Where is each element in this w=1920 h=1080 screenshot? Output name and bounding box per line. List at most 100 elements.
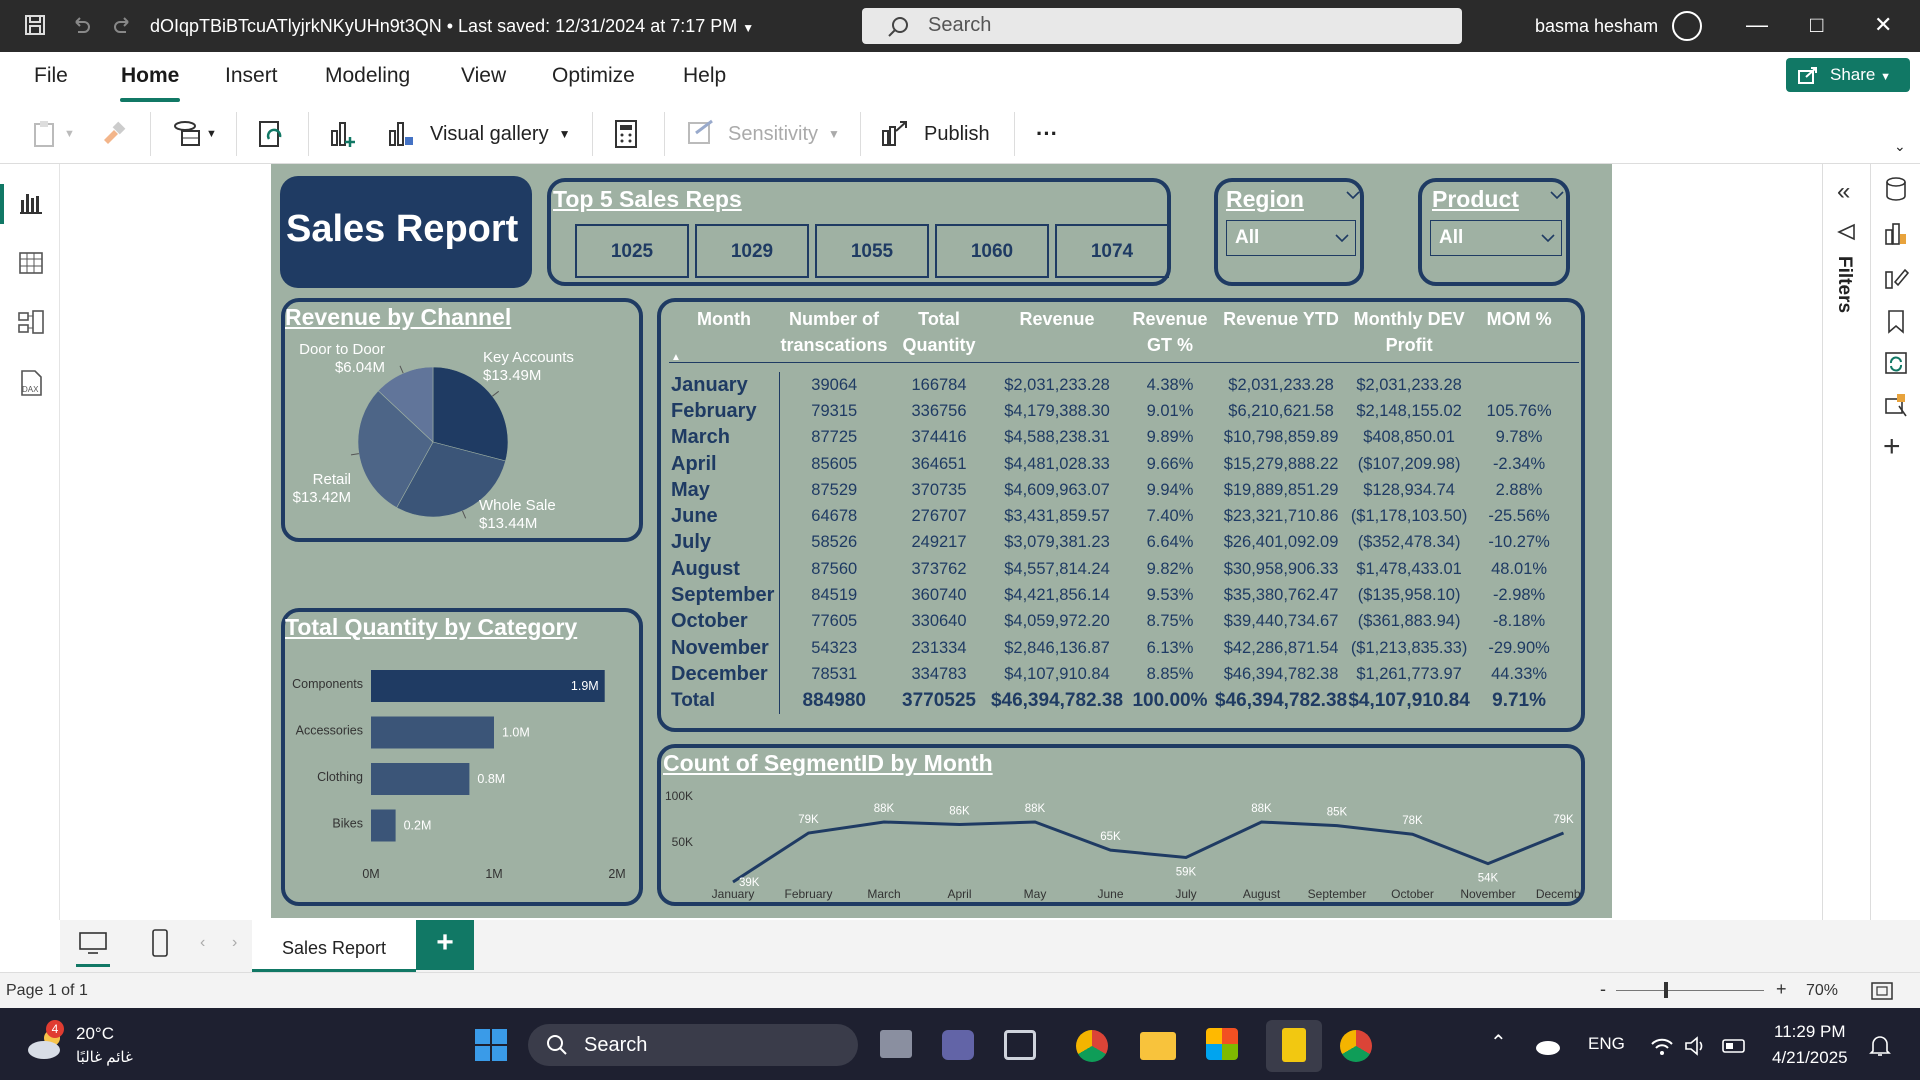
file-explorer-icon[interactable] <box>1140 1032 1176 1060</box>
region-dropdown[interactable]: All <box>1226 220 1356 256</box>
mail-app-icon[interactable] <box>880 1030 912 1058</box>
minimize-icon[interactable]: — <box>1746 12 1768 38</box>
battery-icon[interactable] <box>1722 1038 1748 1054</box>
matrix-column-header[interactable]: Number of transcations <box>779 306 889 366</box>
zoom-slider[interactable] <box>1616 990 1764 991</box>
wifi-icon[interactable] <box>1650 1036 1674 1056</box>
rep-button[interactable]: 1055 <box>815 224 929 278</box>
publish-button[interactable]: Publish <box>880 116 990 152</box>
next-page-icon[interactable]: › <box>232 934 237 952</box>
product-dropdown[interactable]: All <box>1430 220 1562 256</box>
page-tab-sales-report[interactable]: Sales Report <box>252 920 416 972</box>
refresh-button[interactable] <box>256 116 286 152</box>
zoom-out-button[interactable]: - <box>1600 979 1606 1000</box>
add-pane-icon[interactable]: + <box>1883 430 1901 464</box>
redo-icon[interactable] <box>112 14 134 36</box>
desktop-layout-icon[interactable] <box>78 930 108 956</box>
sensitivity-button[interactable]: Sensitivity ▼ <box>686 116 840 152</box>
collapse-ribbon-icon[interactable]: ⌄ <box>1894 128 1906 164</box>
matrix-cell: 8.85% <box>1146 664 1194 683</box>
rep-button[interactable]: 1029 <box>695 224 809 278</box>
zoom-in-button[interactable]: + <box>1776 979 1787 1000</box>
menu-insert[interactable]: Insert <box>225 64 278 88</box>
bar-value-label: 0.2M <box>404 819 432 833</box>
matrix-column-header[interactable]: MOM % <box>1471 306 1567 366</box>
mobile-layout-icon[interactable] <box>150 928 170 958</box>
menu-home[interactable]: Home <box>121 64 179 88</box>
matrix-column-header[interactable]: Month <box>669 306 779 366</box>
chrome-icon[interactable] <box>1076 1030 1108 1062</box>
model-view-icon[interactable] <box>16 308 46 338</box>
zoom-slider-thumb[interactable] <box>1664 982 1668 998</box>
report-view-icon[interactable] <box>16 188 46 218</box>
notifications-icon[interactable] <box>1868 1034 1892 1058</box>
bar-value-label: 1.0M <box>502 726 530 740</box>
matrix-cell: $46,394,782.38 <box>990 689 1124 711</box>
show-hidden-icons[interactable]: ⌃ <box>1490 1030 1507 1055</box>
clock-time[interactable]: 11:29 PM <box>1774 1022 1846 1042</box>
bar-category-label: Bikes <box>332 817 363 831</box>
paste-button[interactable]: ▼ <box>30 116 75 152</box>
sync-slicers-icon[interactable] <box>1883 350 1909 376</box>
menu-help[interactable]: Help <box>683 64 726 88</box>
zoom-level[interactable]: 70% <box>1806 982 1838 1000</box>
rep-button[interactable]: 1074 <box>1055 224 1169 278</box>
menu-modeling[interactable]: Modeling <box>325 64 410 88</box>
fit-to-page-icon[interactable] <box>1870 981 1894 1001</box>
document-title[interactable]: dOIqpTBiBTcuATlyjrkNKyUHn9t3QN • Last sa… <box>150 16 754 37</box>
maximize-icon[interactable]: □ <box>1810 12 1823 38</box>
rep-button[interactable]: 1025 <box>575 224 689 278</box>
menu-optimize[interactable]: Optimize <box>552 64 635 88</box>
chevron-down-icon[interactable] <box>1346 188 1360 202</box>
matrix-column-header[interactable]: Revenue <box>989 306 1125 366</box>
weather-temp[interactable]: 20°C <box>76 1024 114 1044</box>
snipping-tool-icon[interactable] <box>1004 1030 1036 1060</box>
volume-icon[interactable] <box>1684 1036 1708 1056</box>
dax-query-view-icon[interactable]: DAX <box>16 368 46 398</box>
windows-start-icon[interactable] <box>474 1028 508 1062</box>
line-axis-tick: 50K <box>672 835 693 849</box>
prev-page-icon[interactable]: ‹ <box>200 934 205 952</box>
language-indicator[interactable]: ENG <box>1588 1034 1625 1054</box>
share-button[interactable]: Share ▼ <box>1786 58 1910 92</box>
undo-icon[interactable] <box>70 14 92 36</box>
close-icon[interactable]: ✕ <box>1874 12 1892 38</box>
search-input[interactable]: Search <box>862 8 1462 44</box>
filters-pane-collapsed[interactable]: « Filters <box>1822 164 1870 920</box>
teams-app-icon[interactable] <box>942 1030 974 1060</box>
save-icon[interactable] <box>24 14 46 36</box>
avatar[interactable] <box>1672 11 1702 41</box>
get-data-button[interactable]: ▼ <box>172 116 217 152</box>
add-page-button[interactable]: + <box>416 920 474 970</box>
calculation-button[interactable] <box>612 116 640 152</box>
chrome-profile-icon[interactable] <box>1340 1030 1372 1062</box>
rep-button[interactable]: 1060 <box>935 224 1049 278</box>
visualizations-pane-icon[interactable] <box>1883 220 1909 246</box>
data-pane-icon[interactable] <box>1883 176 1909 202</box>
menu-view[interactable]: View <box>461 64 506 88</box>
menu-file[interactable]: File <box>34 64 68 88</box>
filters-label[interactable]: Filters <box>1833 256 1855 313</box>
new-visual-button[interactable] <box>328 116 358 152</box>
visual-gallery-button[interactable]: Visual gallery ▼ <box>386 116 570 152</box>
selection-pane-icon[interactable] <box>1883 392 1909 418</box>
matrix-column-header[interactable]: Monthly DEV Profit <box>1347 306 1471 366</box>
table-view-icon[interactable] <box>16 248 46 278</box>
format-pane-icon[interactable] <box>1883 264 1909 290</box>
matrix-column-header[interactable]: Revenue GT % <box>1125 306 1215 366</box>
bookmark-icon[interactable] <box>1883 308 1909 334</box>
power-bi-icon[interactable] <box>1266 1020 1322 1072</box>
matrix-column-header[interactable]: Total Quantity <box>889 306 989 366</box>
chevron-down-icon <box>1335 234 1349 243</box>
format-painter-button[interactable] <box>100 116 128 152</box>
more-options-button[interactable]: ··· <box>1036 116 1058 152</box>
matrix-column-header[interactable]: Revenue YTD <box>1215 306 1347 366</box>
onedrive-icon[interactable] <box>1534 1036 1562 1056</box>
clock-date[interactable]: 4/21/2025 <box>1772 1048 1848 1068</box>
store-icon[interactable] <box>1206 1028 1238 1060</box>
expand-pane-icon[interactable]: « <box>1837 178 1850 206</box>
chevron-down-icon[interactable] <box>1550 188 1564 202</box>
user-name[interactable]: basma hesham <box>1535 16 1658 37</box>
weather-desc[interactable]: غائم غالبًا <box>76 1048 133 1066</box>
taskbar-search[interactable]: Search <box>528 1024 858 1066</box>
